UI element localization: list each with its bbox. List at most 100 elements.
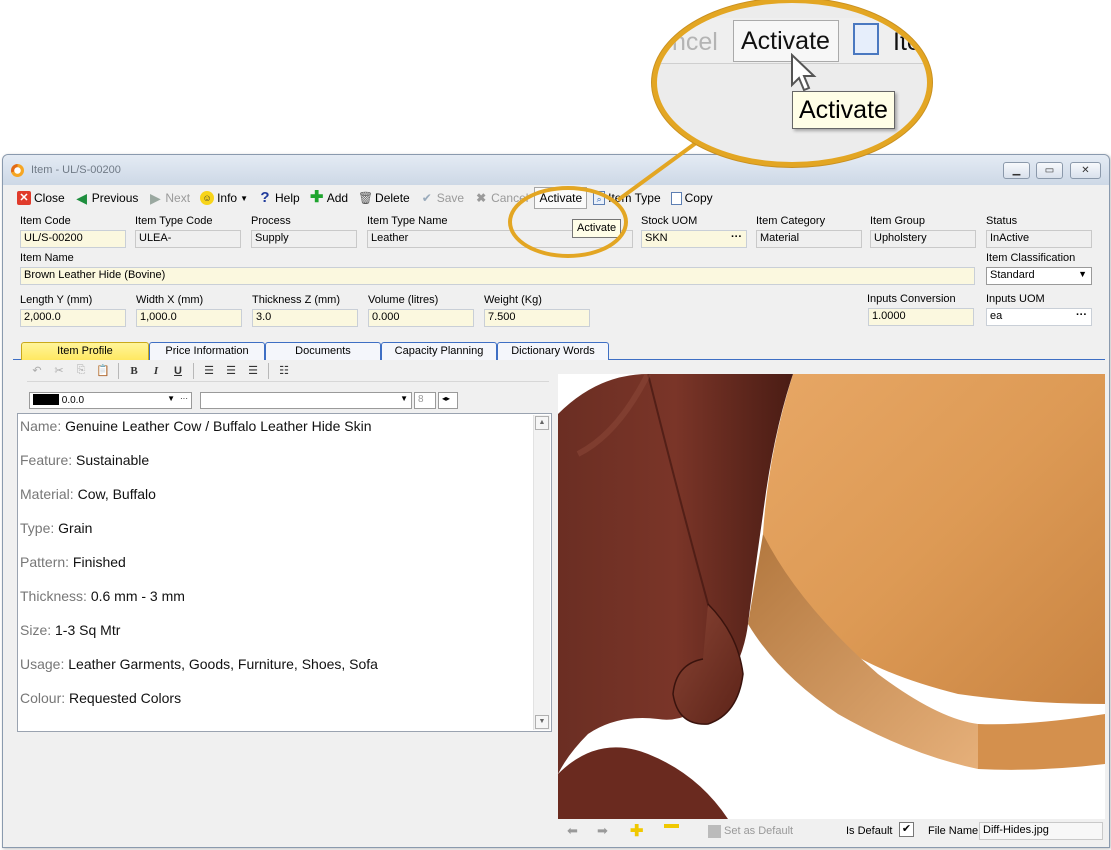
align-center-icon[interactable]: ☰ (221, 362, 241, 380)
paste-icon[interactable]: 📋 (93, 362, 113, 380)
undo-icon[interactable]: ↶ (27, 362, 47, 380)
ellipsis-icon[interactable]: ··· (1076, 309, 1087, 321)
editor-scrollbar[interactable]: ▲ ▼ (533, 415, 550, 730)
italic-icon[interactable]: I (146, 362, 166, 380)
cancel-button[interactable]: ✖ Cancel (470, 187, 532, 209)
image-prev-icon[interactable]: ⬅ (567, 822, 578, 840)
item-name-label: Item Name (20, 252, 74, 264)
align-left-icon[interactable]: ☰ (199, 362, 219, 380)
maximize-icon: ▭ (1044, 164, 1055, 176)
inputs-conversion-field[interactable]: 1.0000 (868, 308, 974, 326)
add-button[interactable]: ✚ Add (306, 187, 352, 209)
separator (193, 362, 194, 379)
close-window-button[interactable]: ✕ (1070, 162, 1101, 179)
item-type-code-label: Item Type Code (135, 215, 213, 227)
line-key: Thickness: (20, 588, 87, 604)
scroll-down-icon[interactable]: ▼ (535, 715, 549, 729)
item-type-name-label: Item Type Name (367, 215, 448, 227)
image-add-icon[interactable]: ✚ (630, 822, 643, 840)
editor-line: Colour: Requested Colors (20, 689, 532, 723)
image-next-icon[interactable]: ➡ (597, 822, 608, 840)
chevron-down-icon: ▼ (400, 394, 408, 403)
tab-price-information[interactable]: Price Information (149, 342, 265, 360)
previous-button[interactable]: ◀ Previous (71, 187, 143, 209)
font-family-select[interactable]: ▼ (200, 392, 412, 409)
inputs-uom-field[interactable]: ea ··· (986, 308, 1092, 326)
chevron-down-icon: ▼ (167, 394, 175, 403)
info-label: Info (217, 191, 238, 205)
arrow-left-icon: ◀ (76, 190, 88, 206)
ellipsis-icon[interactable]: ··· (180, 394, 188, 403)
copy-label: Copy (684, 191, 713, 205)
is-default-checkbox[interactable]: ✔ (899, 822, 914, 837)
chevron-down-icon[interactable]: ▼ (240, 194, 248, 203)
item-type-code-field[interactable]: ULEA- (135, 230, 241, 248)
zoom-activate-button: Activate (733, 20, 839, 62)
item-code-field[interactable]: UL/S-00200 (20, 230, 126, 248)
copy-icon[interactable]: ⎘ (71, 362, 91, 380)
font-size-spinner[interactable]: ◂▸ (438, 392, 458, 409)
font-color-select[interactable]: 0.0.0 ▼ ··· (29, 392, 192, 409)
line-key: Type: (20, 520, 55, 536)
line-key: Colour: (20, 690, 66, 706)
zoom-cancel-fragment: ncel (672, 28, 718, 56)
main-toolbar: ✕ Close ◀ Previous ▶ Next ☺ Info ▼ ? Help ✚ Add… (13, 186, 1105, 210)
volume-field[interactable]: 0.000 (368, 309, 474, 327)
align-right-icon[interactable]: ☰ (243, 362, 263, 380)
line-value: Leather Garments, Goods, Furniture, Shoe… (68, 656, 378, 672)
editor-line: Material: Cow, Buffalo (20, 485, 532, 519)
process-field[interactable]: Supply (251, 230, 357, 248)
close-label: Close (34, 191, 65, 205)
maximize-button[interactable]: ▭ (1036, 162, 1063, 179)
status-field[interactable]: InActive (986, 230, 1092, 248)
picture-icon (708, 824, 721, 838)
bullet-list-icon[interactable]: ☷ (274, 362, 294, 380)
weight-field[interactable]: 7.500 (484, 309, 590, 327)
volume-label: Volume (litres) (368, 294, 439, 306)
save-button[interactable]: ✔ Save (416, 187, 468, 209)
item-name-field[interactable]: Brown Leather Hide (Bovine) (20, 267, 975, 285)
length-field[interactable]: 2,000.0 (20, 309, 126, 327)
item-code-label: Item Code (20, 215, 71, 227)
info-button[interactable]: ☺ Info ▼ (196, 187, 252, 209)
delete-button[interactable]: 🗑 Delete (354, 187, 414, 209)
underline-icon[interactable]: U (168, 362, 188, 380)
tab-dictionary-words[interactable]: Dictionary Words (497, 342, 609, 360)
window-title: Item - UL/S-00200 (31, 164, 121, 176)
item-category-field[interactable]: Material (756, 230, 862, 248)
thickness-field[interactable]: 3.0 (252, 309, 358, 327)
line-key: Material: (20, 486, 74, 502)
ellipsis-icon[interactable]: ··· (731, 231, 742, 243)
line-value: Genuine Leather Cow / Buffalo Leather Hi… (65, 418, 372, 434)
bold-icon[interactable]: B (124, 362, 144, 380)
zoom-activate-label: Activate (741, 27, 830, 55)
close-icon: ✕ (1081, 164, 1090, 176)
activate-button[interactable]: Activate (534, 187, 588, 209)
minimize-button[interactable]: ▁ (1003, 162, 1030, 179)
tab-item-profile[interactable]: Item Profile (21, 342, 149, 360)
image-remove-icon[interactable] (664, 824, 679, 828)
next-button[interactable]: ▶ Next (144, 187, 194, 209)
stock-uom-field[interactable]: SKN ··· (641, 230, 747, 248)
scroll-up-icon[interactable]: ▲ (535, 416, 549, 430)
item-classification-value: Standard (990, 269, 1035, 281)
font-size-input[interactable]: 8 (414, 392, 436, 409)
item-classification-select[interactable]: Standard ▼ (986, 267, 1092, 285)
item-type-button[interactable]: ⌕ Item Type (589, 187, 664, 209)
item-group-field[interactable]: Upholstery (870, 230, 976, 248)
close-button[interactable]: ✕ Close (13, 187, 69, 209)
set-as-default-label: Set as Default (724, 825, 794, 837)
smiley-info-icon: ☺ (200, 191, 215, 205)
copy-button[interactable]: Copy (667, 187, 717, 209)
weight-label: Weight (Kg) (484, 294, 542, 306)
width-field[interactable]: 1,000.0 (136, 309, 242, 327)
editor-line: Usage: Leather Garments, Goods, Furnitur… (20, 655, 532, 689)
help-button[interactable]: ? Help (254, 187, 304, 209)
tab-capacity-planning[interactable]: Capacity Planning (381, 342, 497, 360)
file-name-field[interactable]: Diff-Hides.jpg (979, 822, 1103, 840)
set-as-default-button[interactable]: Set as Default (708, 822, 793, 840)
cancel-x-icon: ✖ (476, 191, 487, 205)
cut-icon[interactable]: ✂ (49, 362, 69, 380)
tab-documents[interactable]: Documents (265, 342, 381, 360)
profile-editor[interactable]: Name: Genuine Leather Cow / Buffalo Leat… (17, 413, 552, 732)
